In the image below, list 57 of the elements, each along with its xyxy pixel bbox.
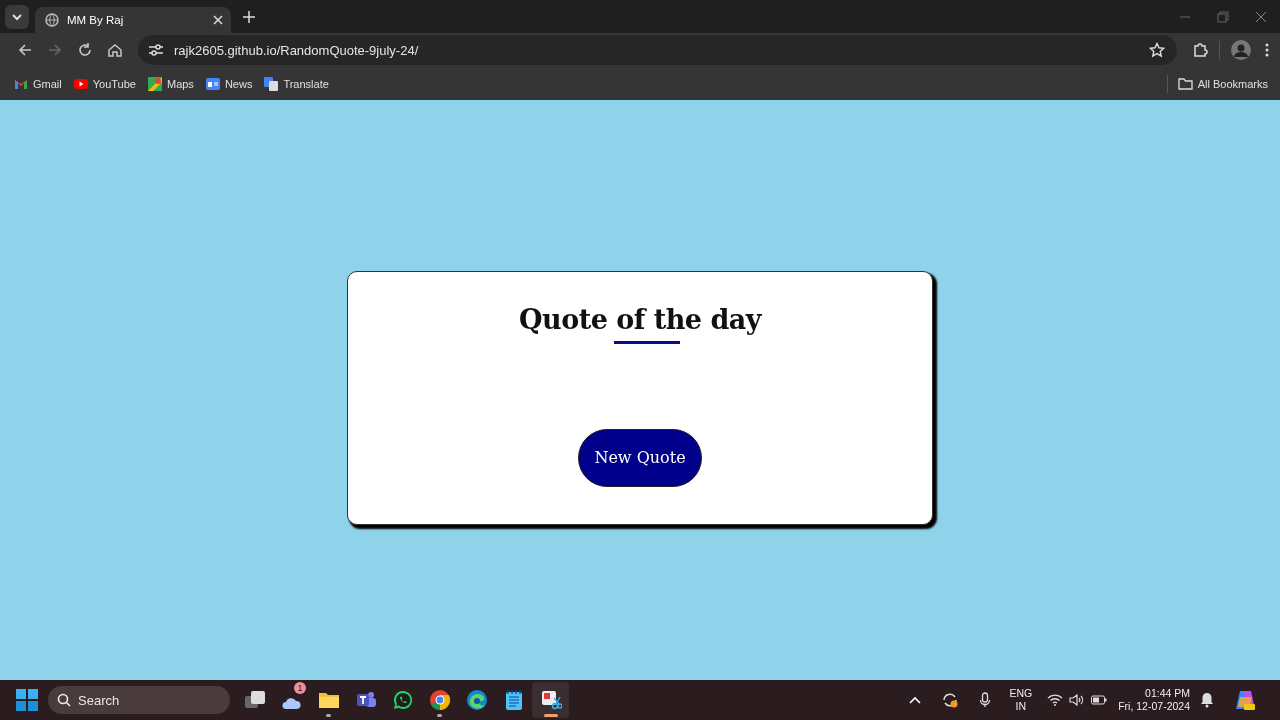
notification-badge: 1 (294, 682, 306, 694)
new-quote-button[interactable]: New Quote (578, 428, 702, 487)
map-pin-icon (147, 76, 162, 91)
bell-icon[interactable] (1200, 692, 1214, 708)
bookmark-link[interactable]: Maps (141, 74, 200, 93)
all-bookmarks-button[interactable]: All Bookmarks (1171, 75, 1274, 92)
back-icon[interactable] (17, 42, 33, 58)
running-indicator (544, 714, 558, 717)
windows-stack-icon[interactable] (243, 689, 266, 711)
address-bar[interactable]: rajk2605.github.io/RandomQuote-9july-24/ (138, 35, 1177, 65)
avatar-icon[interactable] (1231, 40, 1251, 60)
clock[interactable]: 01:44 PM Fri, 12-07-2024 (1118, 687, 1190, 713)
news-icon (205, 77, 220, 90)
title-underline (614, 340, 680, 344)
start-icon[interactable] (16, 689, 38, 711)
sync-icon[interactable] (941, 691, 960, 709)
taskbar-button[interactable]: 1 (273, 682, 310, 718)
bookmark-link[interactable]: Gmail (8, 75, 68, 92)
url-text: rajk2605.github.io/RandomQuote-9july-24/ (174, 42, 419, 58)
edge-icon[interactable] (465, 689, 488, 711)
speaker-icon[interactable] (1069, 694, 1086, 706)
site-settings-icon[interactable] (148, 43, 164, 57)
tab-list-icon[interactable] (5, 4, 29, 29)
copilot-icon[interactable] (1234, 689, 1256, 711)
puzzle-icon[interactable] (1192, 42, 1208, 58)
tab-title: MM By Raj (67, 14, 125, 26)
search-field[interactable]: Search (48, 686, 230, 714)
play-icon (73, 78, 88, 89)
bookmark-link[interactable]: Translate (258, 74, 335, 93)
reload-icon[interactable] (77, 42, 93, 58)
microphone-icon[interactable] (979, 692, 992, 708)
taskbar-button[interactable] (532, 682, 569, 718)
translate-icon (264, 76, 279, 91)
wifi-icon[interactable] (1047, 694, 1064, 706)
forward-icon (47, 42, 63, 58)
card-title: Quote of the day (519, 303, 761, 335)
new-tab-icon[interactable] (243, 10, 255, 23)
mail-icon (14, 77, 28, 90)
battery-icon[interactable] (1091, 695, 1108, 705)
home-icon[interactable] (107, 42, 123, 58)
folder-icon (1177, 77, 1193, 90)
star-icon[interactable] (1149, 42, 1165, 58)
browser-tab[interactable]: MM By Raj (35, 7, 231, 33)
chat-bubble-icon[interactable] (391, 689, 414, 711)
globe-icon (45, 13, 59, 27)
language-indicator[interactable]: ENG IN (1009, 687, 1033, 713)
chrome-icon[interactable] (428, 689, 451, 711)
bookmark-link[interactable]: YouTube (67, 75, 142, 92)
running-indicator (437, 714, 442, 717)
close-icon[interactable] (1255, 10, 1267, 23)
cloud-icon[interactable] (281, 697, 302, 709)
running-indicator (326, 714, 331, 717)
chevron-up-icon[interactable] (909, 696, 922, 704)
search-icon (57, 693, 71, 707)
menu-icon[interactable] (1265, 42, 1269, 58)
bookmark-link[interactable]: News (199, 75, 259, 92)
scissors-icon[interactable] (539, 689, 562, 711)
